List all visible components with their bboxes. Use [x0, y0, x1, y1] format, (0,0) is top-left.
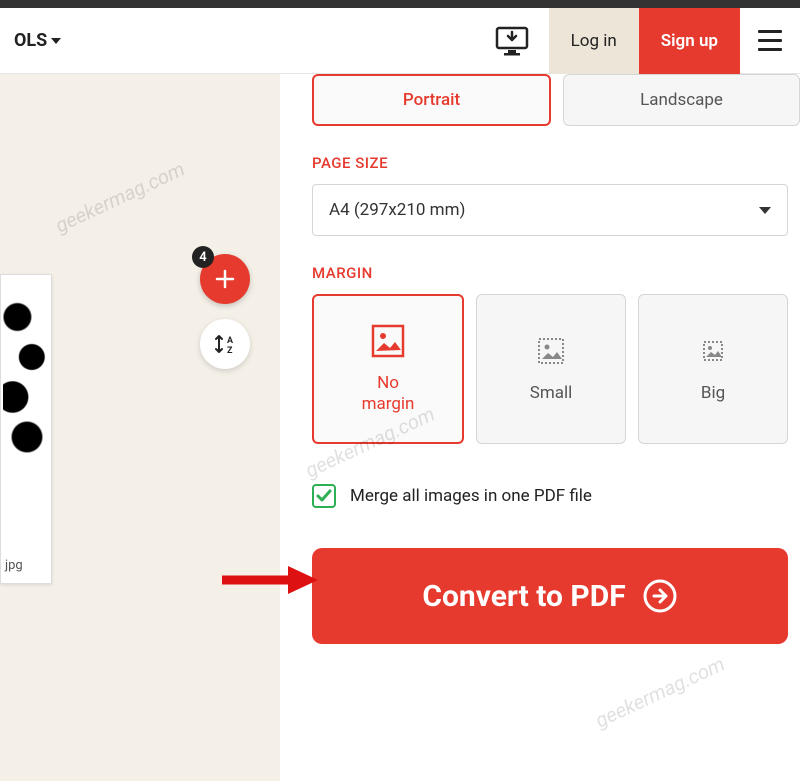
chevron-down-icon	[759, 207, 771, 214]
login-label: Log in	[571, 31, 617, 51]
convert-button-label: Convert to PDF	[422, 579, 625, 614]
margin-big-label: Big	[701, 383, 725, 404]
image-icon	[370, 323, 406, 359]
convert-to-pdf-button[interactable]: Convert to PDF	[312, 548, 788, 644]
signup-label: Sign up	[661, 31, 718, 51]
orientation-landscape-label: Landscape	[640, 90, 723, 110]
image-icon	[533, 333, 569, 369]
orientation-landscape[interactable]: Landscape	[563, 74, 800, 126]
arrow-right-circle-icon	[642, 578, 678, 614]
orientation-portrait-label: Portrait	[403, 90, 460, 110]
tools-menu-label: OLS	[14, 30, 47, 51]
merge-checkbox-label: Merge all images in one PDF file	[350, 486, 592, 506]
add-images-button[interactable]: 4	[200, 254, 250, 304]
thumbnails-panel: jpg 4 A Z	[0, 74, 280, 781]
svg-text:Z: Z	[227, 346, 233, 356]
image-caption: jpg	[5, 558, 23, 573]
merge-checkbox[interactable]	[312, 484, 336, 508]
image-icon	[695, 333, 731, 369]
margin-label: MARGIN	[312, 264, 800, 282]
margin-big[interactable]: Big	[638, 294, 788, 444]
login-button[interactable]: Log in	[549, 8, 639, 74]
app-header: OLS Log in Sign up	[0, 8, 800, 74]
check-icon	[315, 487, 333, 505]
image-thumbnail-card[interactable]: jpg	[0, 274, 52, 584]
sort-az-button[interactable]: A Z	[200, 319, 250, 369]
margin-small-label: Small	[530, 383, 573, 404]
signup-button[interactable]: Sign up	[639, 8, 740, 74]
image-thumbnail	[3, 277, 51, 477]
desktop-download-icon[interactable]	[475, 26, 549, 56]
page-size-select[interactable]: A4 (297x210 mm)	[312, 184, 788, 236]
margin-no-margin-label: No margin	[362, 373, 415, 416]
plus-icon	[213, 267, 237, 291]
page-size-value: A4 (297x210 mm)	[329, 200, 465, 220]
margin-small[interactable]: Small	[476, 294, 626, 444]
hamburger-menu[interactable]	[740, 8, 800, 74]
orientation-portrait[interactable]: Portrait	[312, 74, 551, 126]
page-size-label: PAGE SIZE	[312, 154, 800, 172]
options-panel: Portrait Landscape PAGE SIZE A4 (297x210…	[280, 74, 800, 781]
chevron-down-icon	[51, 38, 61, 44]
margin-no-margin[interactable]: No margin	[312, 294, 464, 444]
tools-menu[interactable]: OLS	[0, 30, 75, 51]
images-count-badge: 4	[192, 246, 214, 268]
sort-az-icon: A Z	[213, 332, 237, 356]
svg-text:A: A	[227, 336, 234, 346]
